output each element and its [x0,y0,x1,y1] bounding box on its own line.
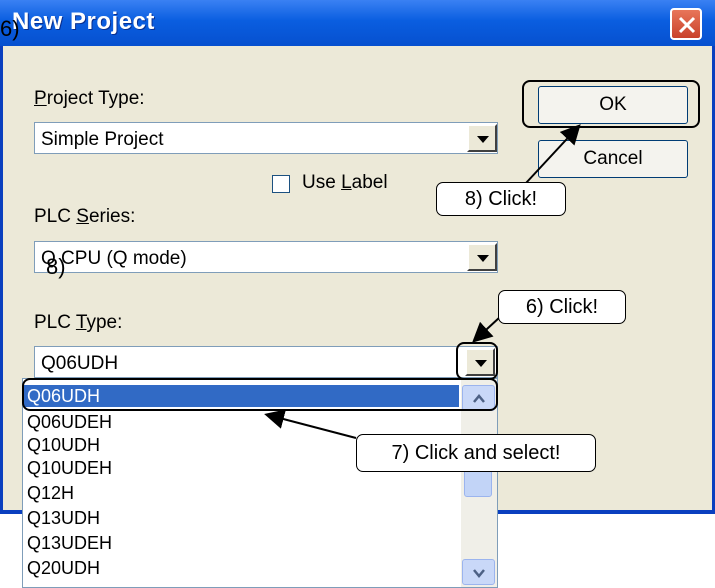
callout-ok-click: 8) Click! [436,182,566,216]
arrow-to-ok [525,124,581,184]
arrow-to-item [264,409,357,439]
callout-type-click: 6) Click! [498,290,626,324]
callout-select: 7) Click and select! [356,434,596,472]
